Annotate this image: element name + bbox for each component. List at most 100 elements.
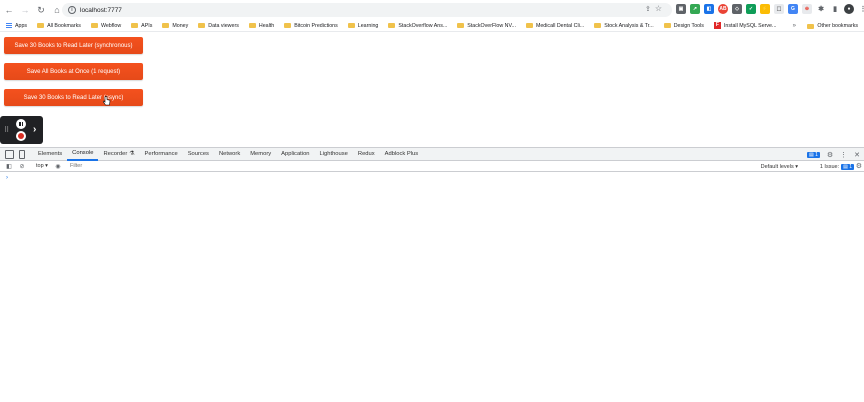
extension-icon[interactable]: ◧ [704,4,714,14]
chevron-right-icon[interactable]: › [33,124,36,135]
pause-icon[interactable] [16,119,26,129]
tab-recorder-label: Recorder [103,151,128,157]
flask-icon: ⚗ [129,151,135,157]
tab-recorder[interactable]: Recorder ⚗ [98,148,139,161]
filter-input[interactable] [69,161,735,171]
back-icon[interactable]: ← [2,3,16,17]
extension-icon[interactable]: AB [718,4,728,14]
sidebar-toggle-icon[interactable]: ◧ [5,162,13,170]
kebab-menu-icon[interactable]: ⋮ [840,151,847,159]
star-icon[interactable]: ☆ [655,4,662,13]
stop-recording-icon[interactable] [16,131,26,141]
bookmark-apps[interactable]: Apps [6,22,28,29]
bookmark-folder[interactable]: Design Tools [663,22,704,29]
extension-icon[interactable]: ✓ [746,4,756,14]
bookmark-folder[interactable]: Data viewers [198,23,239,29]
omnibox-actions: ⇪ ☆ [645,4,662,13]
sidebar-icon[interactable]: ▮ [830,4,840,14]
clear-console-icon[interactable]: ⊘ [18,162,26,170]
bookmark-folder[interactable]: APIs [131,23,152,29]
extension-icon[interactable]: ⚡ [760,4,770,14]
extension-icon[interactable]: ↗ [690,4,700,14]
messages-badge[interactable]: ▤ 1 [806,151,820,158]
bookmark-label: Install MySQL Serve... [723,22,777,29]
tab-sources[interactable]: Sources [183,148,214,161]
site-info-icon[interactable]: i [68,6,76,14]
extension-icon[interactable]: ▣ [676,4,686,14]
tab-memory[interactable]: Memory [245,148,276,161]
folder-icon [457,23,465,28]
folder-icon [663,23,671,28]
extension-icon[interactable]: ⬚ [774,4,784,14]
folder-icon [347,23,355,28]
folder-icon [807,23,815,29]
tab-elements[interactable]: Elements [33,148,67,161]
browser-toolbar: ← → ↻ ⌂ i localhost:7777 ⇪ ☆ ▣ ↗ ◧ AB ◇ … [0,0,864,20]
bookmark-folder[interactable]: All Bookmarks [37,23,81,29]
address-bar[interactable]: i localhost:7777 [62,3,672,17]
log-levels-select[interactable]: Default levels ▾ [761,161,798,172]
context-value: top [36,163,44,169]
context-select[interactable]: top ▾ [36,163,48,169]
bookmark-label: StackOverflow Ans... [398,22,448,29]
extension-icon[interactable]: ◇ [732,4,742,14]
bookmarks-overflow-icon[interactable]: » [793,20,796,32]
bookmark-label: Bitcoin Predictions [294,22,338,29]
other-bookmarks[interactable]: Other bookmarks [807,20,858,32]
bookmark-folder[interactable]: StackOverflow Ans... [388,23,447,29]
device-toolbar-icon[interactable] [19,149,25,159]
bookmark-folder[interactable]: Medicall Dental Cli... [525,23,584,29]
save-all-once-button[interactable]: Save All Books at Once (1 request) [4,63,143,80]
tab-application[interactable]: Application [276,148,314,161]
tab-adblock-plus[interactable]: Adblock Plus [380,148,424,161]
bookmark-link[interactable]: F Install MySQL Serve... [713,22,777,29]
bookmark-label: Other bookmarks [817,23,858,29]
forward-icon[interactable]: → [18,3,32,17]
bookmark-label: Webflow [100,22,122,29]
console-prompt[interactable]: › [6,175,8,181]
bookmark-folder[interactable]: Webflow [90,22,122,29]
folder-icon [131,23,139,28]
extension-icon[interactable]: ⊕ [802,4,812,14]
url-text: localhost:7777 [80,6,122,14]
folder-icon [90,23,98,28]
bookmark-label: All Bookmarks [47,22,81,29]
save-30-sync-button[interactable]: Save 30 Books to Read Later (synchronous… [4,37,143,54]
bookmark-folder[interactable]: Bitcoin Predictions [284,23,338,29]
reload-icon[interactable]: ↻ [34,3,48,17]
bookmark-label: Money [172,22,189,29]
tab-lighthouse[interactable]: Lighthouse [315,148,353,161]
bookmark-folder[interactable]: Health [248,23,274,29]
folder-icon [198,23,206,28]
folder-icon [37,23,45,28]
save-30-async-button[interactable]: Save 30 Books to Read Later (async) [4,89,143,106]
eye-icon[interactable]: ◉ [54,162,62,170]
kebab-menu-icon[interactable]: ⋮ [858,4,864,14]
bookmark-folder[interactable]: StackOverFlow NV... [457,23,516,29]
bookmark-folder[interactable]: Stock Analysis & Tr... [594,22,654,29]
issues-label: 1 Issue: [819,163,840,170]
close-icon[interactable]: ✕ [854,151,860,159]
extension-icon[interactable]: G [788,4,798,14]
avatar[interactable]: ● [844,4,854,14]
bookmark-folder[interactable]: Money [162,23,188,29]
gear-icon[interactable]: ⚙ [827,151,833,159]
tab-network[interactable]: Network [214,148,245,161]
inspect-element-icon[interactable] [5,149,14,159]
bookmark-folder[interactable]: Learning [347,23,378,29]
console-settings-icon[interactable]: ⚙ [856,162,862,170]
tab-performance[interactable]: Performance [140,148,183,161]
tab-console[interactable]: Console [67,148,99,161]
bookmark-label: Design Tools [673,22,704,29]
tab-redux[interactable]: Redux [353,148,380,161]
puzzle-icon[interactable]: ✱ [816,4,826,14]
share-icon[interactable]: ⇪ [645,5,651,13]
bookmark-label: Stock Analysis & Tr... [604,22,654,29]
bookmark-label: Apps [15,22,28,29]
bookmark-label: APIs [141,22,153,29]
issues-button[interactable]: 1 Issue: ▤ 1 [820,161,854,172]
drag-handle-icon[interactable]: ⠿ [4,126,9,134]
recorder-panel: ⠿ › [0,116,43,144]
log-levels-value: Default levels [760,163,794,170]
cursor-hand-icon [103,96,111,106]
